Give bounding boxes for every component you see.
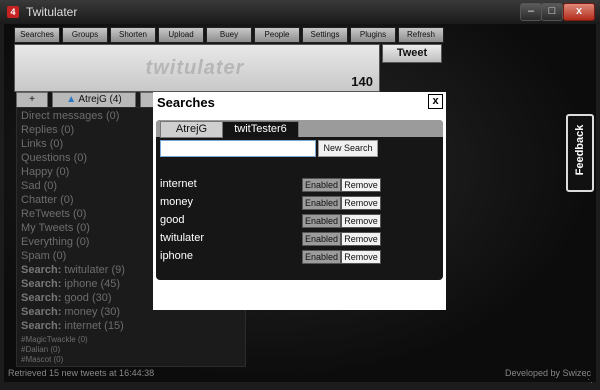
- tab-atrejg-label: AtrejG (4): [78, 94, 122, 105]
- searches-dialog: Searches x AtrejG twitTester6 New Search…: [153, 92, 446, 310]
- search-term: internet: [160, 178, 197, 190]
- minimize-button[interactable]: –: [520, 3, 542, 21]
- category-spam[interactable]: Spam (0): [21, 250, 66, 262]
- search-row: good Enabled Remove: [160, 214, 440, 228]
- category-questions[interactable]: Questions (0): [21, 152, 87, 164]
- category-search-good[interactable]: Search: good (30): [21, 292, 112, 304]
- category-happy[interactable]: Happy (0): [21, 166, 69, 178]
- search-row: money Enabled Remove: [160, 196, 440, 210]
- search-input[interactable]: [160, 140, 316, 157]
- category-replies[interactable]: Replies (0): [21, 124, 74, 136]
- remove-button[interactable]: Remove: [341, 232, 381, 246]
- category-hashtag[interactable]: #MagicTwackle (0): [21, 335, 88, 344]
- app-logo: twitulater: [145, 57, 245, 79]
- feedback-button[interactable]: Feedback: [566, 114, 594, 192]
- category-my-tweets[interactable]: My Tweets (0): [21, 222, 90, 234]
- menu-buey[interactable]: Buey: [206, 27, 252, 43]
- tweet-button[interactable]: Tweet: [382, 44, 442, 63]
- enabled-button[interactable]: Enabled: [302, 250, 341, 264]
- search-label: twitulater (9): [64, 264, 125, 276]
- menu-groups[interactable]: Groups: [62, 27, 108, 43]
- remove-button[interactable]: Remove: [341, 178, 381, 192]
- category-hashtag[interactable]: #Dalian (0): [21, 345, 60, 354]
- bird-icon: ▲: [66, 94, 77, 105]
- resize-grip-icon[interactable]: ⋱: [584, 374, 594, 384]
- category-everything[interactable]: Everything (0): [21, 236, 89, 248]
- enabled-button[interactable]: Enabled: [302, 178, 341, 192]
- add-tab-button[interactable]: +: [16, 92, 48, 108]
- search-row: twitulater Enabled Remove: [160, 232, 440, 246]
- search-label: good (30): [64, 292, 112, 304]
- search-term: twitulater: [160, 232, 205, 244]
- search-term: good: [160, 214, 185, 226]
- tab-atrejg[interactable]: ▲ AtrejG (4): [52, 92, 136, 108]
- dialog-tab-atrejg[interactable]: AtrejG: [160, 121, 223, 138]
- enabled-button[interactable]: Enabled: [302, 232, 341, 246]
- enabled-button[interactable]: Enabled: [302, 196, 341, 210]
- search-row: internet Enabled Remove: [160, 178, 440, 192]
- menu-plugins[interactable]: Plugins: [350, 27, 396, 43]
- remove-button[interactable]: Remove: [341, 214, 381, 228]
- maximize-button[interactable]: □: [541, 3, 563, 21]
- window-title: Twitulater: [26, 5, 78, 19]
- menu-shorten-url[interactable]: Shorten URL: [110, 27, 156, 53]
- search-row: iphone Enabled Remove: [160, 250, 440, 264]
- title-bar[interactable]: 4 Twitulater – □ x: [0, 0, 600, 24]
- dialog-title: Searches: [157, 95, 215, 110]
- search-term: iphone: [160, 250, 194, 262]
- search-label: money (30): [64, 306, 121, 318]
- menu-searches[interactable]: Searches: [14, 27, 60, 43]
- enabled-button[interactable]: Enabled: [302, 214, 341, 228]
- category-sad[interactable]: Sad (0): [21, 180, 57, 192]
- category-direct-messages[interactable]: Direct messages (0): [21, 110, 119, 122]
- menu-bar: Searches Groups Shorten URL Upload Buey …: [14, 27, 444, 53]
- dialog-close-button[interactable]: x: [428, 94, 443, 109]
- dialog-tab-twittester6[interactable]: twitTester6: [222, 121, 299, 137]
- menu-settings[interactable]: Settings: [302, 27, 348, 43]
- category-search-twitulater[interactable]: Search: twitulater (9): [21, 264, 125, 276]
- category-search-money[interactable]: Search: money (30): [21, 306, 120, 318]
- app-icon: 4: [7, 6, 19, 18]
- category-hashtag[interactable]: #Mascot (0): [21, 355, 63, 364]
- dialog-body: AtrejG twitTester6 New Search internet E…: [156, 120, 443, 280]
- search-prefix: Search:: [21, 264, 62, 276]
- feedback-label: Feedback: [574, 124, 586, 176]
- app-window: 4 Twitulater – □ x Searches Groups Short…: [0, 0, 600, 390]
- menu-refresh[interactable]: Refresh: [398, 27, 444, 43]
- search-prefix: Search:: [21, 278, 62, 290]
- search-label: iphone (45): [64, 278, 121, 290]
- category-search-internet[interactable]: Search: internet (15): [21, 320, 124, 332]
- category-retweets[interactable]: ReTweets (0): [21, 208, 86, 220]
- remove-button[interactable]: Remove: [341, 250, 381, 264]
- category-search-iphone[interactable]: Search: iphone (45): [21, 278, 120, 290]
- char-count: 140: [351, 74, 373, 89]
- close-window-button[interactable]: x: [563, 3, 595, 21]
- search-label: internet (15): [64, 320, 124, 332]
- search-term: money: [160, 196, 194, 208]
- remove-button[interactable]: Remove: [341, 196, 381, 210]
- search-prefix: Search:: [21, 320, 62, 332]
- status-text: Retrieved 15 new tweets at 16:44:38: [8, 368, 155, 378]
- compose-box[interactable]: twitulater 140: [14, 44, 380, 92]
- category-links[interactable]: Links (0): [21, 138, 63, 150]
- category-chatter[interactable]: Chatter (0): [21, 194, 74, 206]
- menu-upload[interactable]: Upload: [158, 27, 204, 43]
- search-prefix: Search:: [21, 292, 62, 304]
- new-search-button[interactable]: New Search: [318, 140, 378, 157]
- menu-people[interactable]: People: [254, 27, 300, 43]
- developer-credit: Developed by Swizec: [505, 368, 592, 378]
- search-prefix: Search:: [21, 306, 62, 318]
